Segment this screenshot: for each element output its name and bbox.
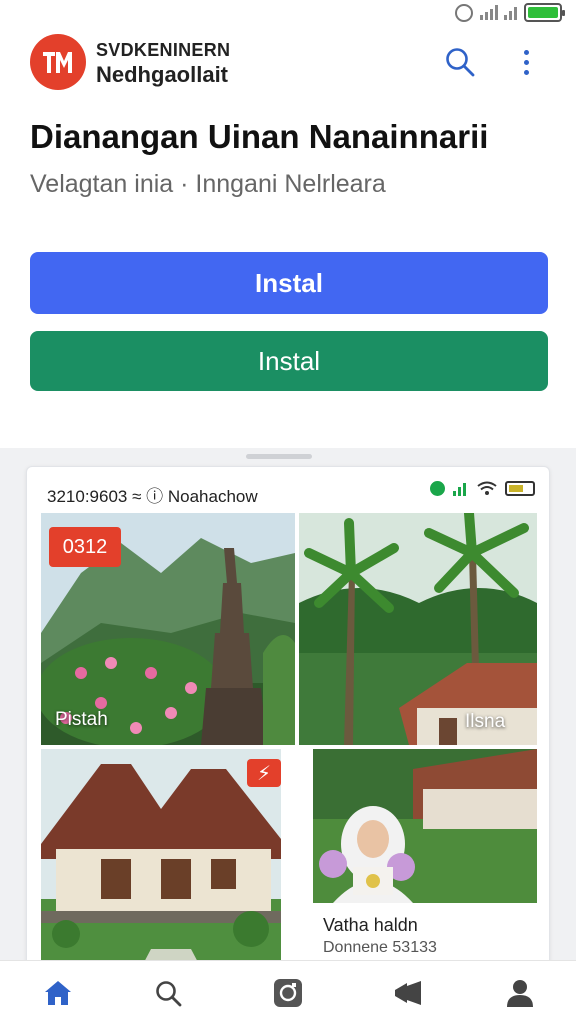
app-logo [30, 34, 86, 90]
brand-top: SVDKENINERN [96, 40, 231, 60]
house-photo [41, 749, 281, 985]
more-options-button[interactable] [514, 46, 538, 78]
tile-label: Ilsna [465, 711, 506, 732]
preview-status-bar: 3210:9603 ≈ ⓘ Noahachow [27, 467, 549, 513]
nav-camera[interactable] [272, 977, 304, 1009]
photo-tile-palms[interactable]: Ilsna [299, 513, 537, 745]
screenshot-preview[interactable]: 3210:9603 ≈ ⓘ Noahachow 0312 Pistah Ilsn… [26, 466, 550, 986]
nav-profile[interactable] [504, 977, 536, 1009]
nav-search[interactable] [152, 977, 184, 1009]
app-subtitle: Velagtan inia · Inngani Nelrleara [30, 170, 386, 198]
person-photo [313, 749, 537, 903]
search-icon [446, 48, 475, 77]
wifi-icon [477, 481, 497, 495]
search-icon [156, 981, 182, 1007]
bottom-navigation [0, 960, 576, 1024]
app-title: Dianangan Uinan Nanainnarii [30, 118, 489, 155]
tile-label: Pistah [55, 709, 108, 730]
drag-handle[interactable] [246, 454, 312, 459]
tile-badge: 0312 [49, 527, 121, 567]
brand-bottom: Nedhgaollait [96, 62, 229, 87]
install-button-secondary[interactable]: Instal [30, 331, 548, 391]
signal-icon [453, 483, 466, 496]
battery-icon [505, 481, 535, 496]
search-button[interactable] [444, 46, 476, 78]
home-icon [45, 981, 71, 1005]
megaphone-icon [395, 981, 421, 1005]
whatsapp-icon [430, 481, 445, 496]
caption-title: Vatha haldn [323, 915, 418, 935]
app-header: SVDKENINERN Nedhgaollait [0, 30, 576, 96]
signal-icon [480, 5, 517, 20]
camera-icon [274, 979, 302, 1007]
brand-name: SVDKENINERN Nedhgaollait [96, 40, 230, 88]
nav-updates[interactable] [392, 977, 424, 1009]
alarm-icon [455, 3, 473, 22]
photo-tile-person[interactable] [313, 749, 537, 903]
profile-icon [507, 980, 533, 1007]
tile-badge: ⚡ [247, 759, 281, 787]
caption-subtitle: Donnene 53133 [323, 939, 437, 956]
status-bar [0, 0, 576, 26]
install-button-primary[interactable]: Instal [30, 252, 548, 314]
more-vert-icon [523, 49, 529, 55]
photo-tile-house[interactable]: ⚡ [41, 749, 281, 985]
preview-status-text: 3210:9603 ≈ ⓘ Noahachow [47, 487, 258, 506]
battery-icon [524, 3, 565, 22]
nav-home[interactable] [42, 977, 74, 1009]
photo-tile-temple[interactable]: 0312 Pistah [41, 513, 295, 745]
